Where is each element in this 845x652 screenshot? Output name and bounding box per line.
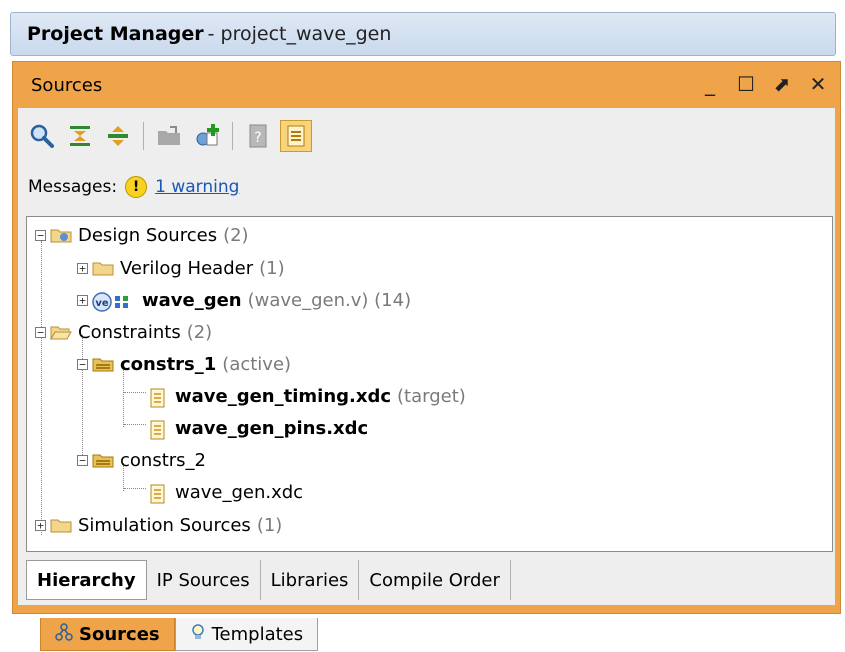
lightbulb-icon bbox=[190, 623, 206, 646]
tree-item-status: (target) bbox=[397, 385, 466, 407]
open-folder-icon bbox=[50, 324, 72, 340]
view-tabs: Hierarchy IP Sources Libraries Compile O… bbox=[26, 560, 511, 600]
hierarchy-icon bbox=[55, 622, 73, 646]
tree-item-label: wave_gen.xdc bbox=[175, 481, 304, 503]
minimize-icon[interactable]: _ bbox=[698, 70, 722, 98]
collapse-toggle-icon[interactable]: − bbox=[77, 454, 88, 466]
tree-item-label: wave_gen_timing.xdc bbox=[175, 385, 392, 407]
panel-title: Sources bbox=[31, 74, 103, 96]
search-icon[interactable] bbox=[26, 120, 58, 152]
tree-item-count: (1) bbox=[259, 257, 285, 279]
tree-item-label: wave_gen bbox=[142, 289, 242, 311]
svg-text:ve: ve bbox=[95, 298, 109, 309]
constraint-set-icon bbox=[92, 356, 114, 372]
tree-item-count: (1) bbox=[256, 514, 283, 536]
folder-icon bbox=[50, 517, 72, 533]
collapse-toggle-icon[interactable]: − bbox=[77, 358, 88, 370]
hierarchy-update-icon[interactable] bbox=[280, 120, 312, 152]
tree-item-wave-gen-pins-xdc[interactable]: wave_gen_pins.xdc bbox=[147, 412, 368, 444]
expand-toggle-icon[interactable]: + bbox=[77, 262, 88, 274]
tab-hierarchy[interactable]: Hierarchy bbox=[26, 560, 147, 600]
messages-bar: Messages: ! 1 warning bbox=[28, 176, 239, 198]
close-icon[interactable]: ✕ bbox=[806, 70, 830, 98]
panel-header: Sources _ ☐ ⬈ ✕ bbox=[13, 62, 840, 108]
sources-tree: − Design Sources (2) + Verilog Header (1… bbox=[26, 216, 833, 552]
toolbar-separator bbox=[143, 122, 144, 150]
collapse-toggle-icon[interactable]: − bbox=[35, 326, 46, 338]
collapse-toggle-icon[interactable]: − bbox=[35, 229, 46, 241]
tree-guide bbox=[41, 241, 42, 535]
add-sources-icon[interactable] bbox=[191, 120, 223, 152]
xdc-file-icon bbox=[147, 388, 169, 408]
tab-libraries[interactable]: Libraries bbox=[260, 560, 360, 600]
tree-item-wave-gen-timing-xdc[interactable]: wave_gen_timing.xdc (target) bbox=[147, 380, 466, 412]
sources-toolbar: ? bbox=[26, 114, 312, 158]
expand-toggle-icon[interactable]: + bbox=[35, 519, 46, 531]
sources-folder-icon bbox=[50, 227, 72, 243]
verilog-module-icon: ve bbox=[92, 292, 136, 312]
expand-all-icon[interactable] bbox=[102, 120, 134, 152]
tree-guide bbox=[124, 424, 146, 425]
window-tabs: Sources Templates bbox=[40, 618, 319, 652]
tree-item-simulation-sources[interactable]: + Simulation Sources (1) bbox=[35, 509, 282, 541]
toolbar-separator bbox=[232, 122, 233, 150]
constraint-set-icon bbox=[92, 452, 114, 468]
tab-compile-order[interactable]: Compile Order bbox=[359, 560, 511, 600]
tree-item-count: (2) bbox=[223, 224, 249, 246]
svg-text:?: ? bbox=[254, 130, 261, 146]
tree-item-label: Design Sources bbox=[78, 224, 218, 246]
tree-item-file: (wave_gen.v) (14) bbox=[247, 289, 412, 311]
window-tab-sources[interactable]: Sources bbox=[40, 618, 175, 651]
warning-icon: ! bbox=[125, 176, 148, 198]
project-name: - project_wave_gen bbox=[207, 23, 392, 45]
tree-item-label: constrs_1 bbox=[120, 353, 217, 375]
tree-guide bbox=[124, 392, 146, 393]
add-folder-icon[interactable] bbox=[153, 120, 185, 152]
window-title: Project Manager bbox=[27, 23, 204, 45]
tree-item-constrs-1[interactable]: − constrs_1 (active) bbox=[77, 348, 291, 380]
tree-item-design-sources[interactable]: − Design Sources (2) bbox=[35, 219, 249, 251]
tree-item-label: Simulation Sources bbox=[78, 514, 251, 536]
sources-panel: Sources _ ☐ ⬈ ✕ ? Messages: ! 1 warning … bbox=[12, 61, 841, 614]
window-tab-templates[interactable]: Templates bbox=[174, 618, 319, 651]
tab-ip-sources[interactable]: IP Sources bbox=[146, 560, 261, 600]
xdc-file-icon bbox=[147, 420, 169, 440]
xdc-file-icon bbox=[147, 484, 169, 504]
tree-item-wave-gen-xdc[interactable]: wave_gen.xdc bbox=[147, 476, 303, 508]
maximize-icon[interactable]: ☐ bbox=[734, 70, 758, 98]
tree-item-count: (2) bbox=[186, 321, 213, 343]
tree-item-constraints[interactable]: − Constraints (2) bbox=[35, 316, 212, 348]
properties-icon[interactable]: ? bbox=[242, 120, 274, 152]
warning-link[interactable]: 1 warning bbox=[155, 177, 239, 197]
tree-item-verilog-header[interactable]: + Verilog Header (1) bbox=[77, 252, 285, 284]
project-manager-title-bar: Project Manager - project_wave_gen bbox=[10, 12, 836, 56]
float-icon[interactable]: ⬈ bbox=[770, 70, 794, 98]
messages-label: Messages: bbox=[28, 177, 118, 197]
panel-body: ? Messages: ! 1 warning − Design Sources… bbox=[18, 108, 835, 605]
folder-icon bbox=[92, 260, 114, 276]
collapse-all-icon[interactable] bbox=[64, 120, 96, 152]
window-controls: _ ☐ ⬈ ✕ bbox=[698, 70, 830, 98]
expand-toggle-icon[interactable]: + bbox=[77, 294, 88, 306]
tree-item-status: (active) bbox=[222, 353, 292, 375]
tree-item-wave-gen[interactable]: + ve wave_gen (wave_gen.v) (14) bbox=[77, 284, 411, 316]
tree-item-constrs-2[interactable]: − constrs_2 bbox=[77, 444, 206, 476]
window-tab-label: Sources bbox=[79, 623, 160, 645]
tree-item-label: wave_gen_pins.xdc bbox=[175, 417, 369, 439]
tree-item-label: Verilog Header bbox=[120, 257, 254, 279]
window-tab-label: Templates bbox=[211, 623, 304, 645]
tree-guide bbox=[124, 488, 146, 489]
tree-item-label: constrs_2 bbox=[120, 449, 206, 471]
tree-item-label: Constraints bbox=[78, 321, 181, 343]
